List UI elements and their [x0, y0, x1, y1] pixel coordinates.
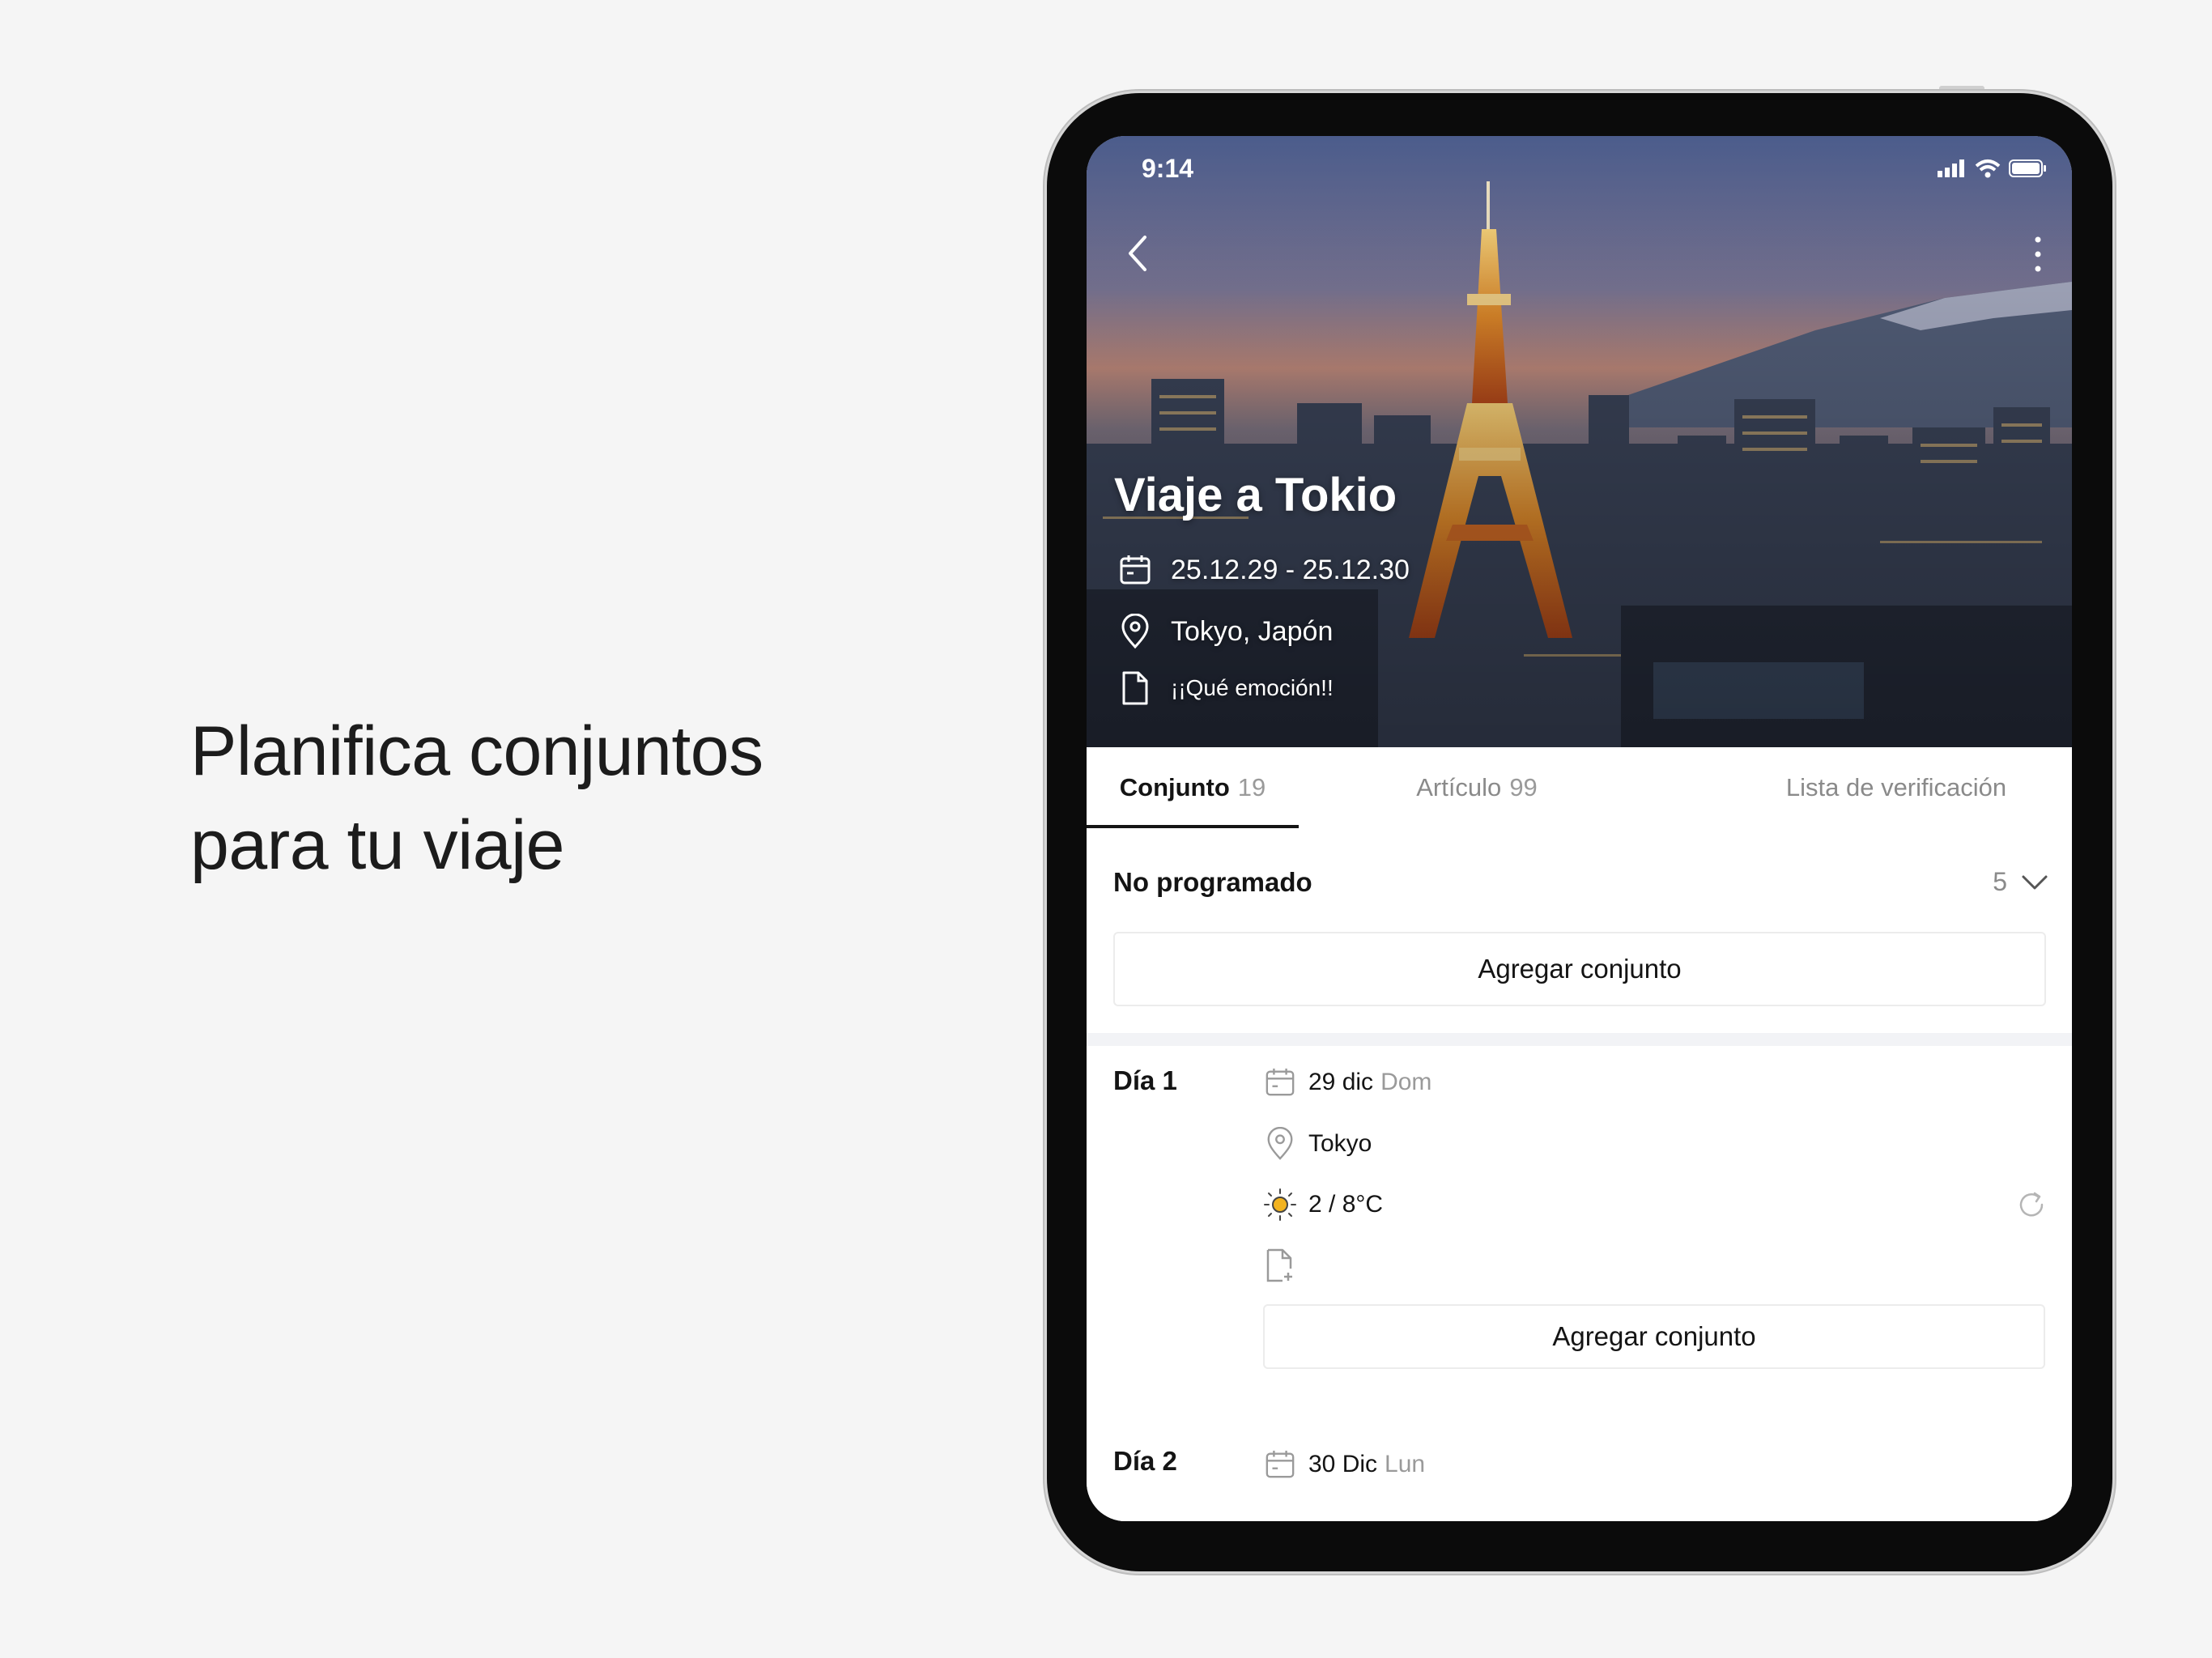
- unscheduled-section: No programado 5 Agregar conjunto: [1087, 828, 2072, 1047]
- tab-lista-verificacion[interactable]: Lista de verificación: [1734, 747, 2058, 828]
- day-1-add-note-row[interactable]: [1263, 1248, 1308, 1282]
- day-1-date: 29 dic: [1308, 1069, 1374, 1095]
- tab-articulo-label: Artículo: [1416, 773, 1502, 801]
- section-divider: [1087, 1033, 2072, 1046]
- more-vertical-icon[interactable]: [2030, 232, 2046, 277]
- calendar-icon: [1263, 1065, 1297, 1099]
- trip-note: ¡¡Qué emoción!!: [1171, 675, 1334, 700]
- refresh-icon[interactable]: [2015, 1188, 2048, 1221]
- add-note-icon[interactable]: [1263, 1248, 1297, 1282]
- trip-dates-row: 25.12.29 - 25.12.30: [1117, 552, 1410, 588]
- day-2-date: 30 Dic: [1308, 1451, 1378, 1477]
- battery-icon: [2009, 159, 2046, 177]
- tab-lista-verificacion-label: Lista de verificación: [1785, 773, 2007, 801]
- day-2-section: Día 2 30 Dic Lun: [1087, 1426, 2072, 1521]
- unscheduled-count: 5: [1993, 867, 2007, 896]
- day-2-weekday: Lun: [1385, 1451, 1426, 1477]
- trip-hero-image: 9:14 Viaje a Tokio 25.12.29 - 25.12.30 T…: [1087, 136, 2072, 747]
- document-icon: [1117, 670, 1153, 706]
- day-2-date-row: 30 Dic Lun: [1263, 1448, 1425, 1482]
- day-1-add-outfit-button[interactable]: Agregar conjunto: [1263, 1304, 2045, 1369]
- promo-headline-line1: Planifica conjuntos: [190, 712, 764, 790]
- calendar-icon: [1263, 1448, 1297, 1482]
- unscheduled-label: No programado: [1113, 867, 1312, 897]
- day-1-section: Día 1 29 dic Dom Tokyo 2 / 8°C Agregar c…: [1087, 1046, 2072, 1426]
- tokyo-skyline-illustration: [1087, 136, 2072, 747]
- tab-articulo[interactable]: Artículo 99: [1299, 747, 1655, 828]
- trip-location: Tokyo, Japón: [1171, 615, 1334, 647]
- status-time: 9:14: [1142, 154, 1194, 183]
- trip-location-row: Tokyo, Japón: [1117, 614, 1333, 649]
- back-arrow-icon[interactable]: [1119, 229, 1159, 278]
- day-1-weather: 2 / 8°C: [1308, 1191, 1384, 1218]
- day-1-weekday: Dom: [1380, 1069, 1432, 1095]
- tab-conjunto[interactable]: Conjunto 19: [1087, 747, 1299, 828]
- tab-bar: Conjunto 19 Artículo 99 Lista de verific…: [1087, 747, 2072, 830]
- day-1-date-row: 29 dic Dom: [1263, 1065, 1431, 1099]
- day-1-weather-row: 2 / 8°C: [1263, 1188, 1383, 1222]
- tab-articulo-count: 99: [1509, 773, 1538, 801]
- day-2-label: Día 2: [1113, 1446, 1177, 1476]
- calendar-icon: [1117, 552, 1153, 588]
- location-pin-icon: [1263, 1127, 1297, 1161]
- day-1-location-row: Tokyo: [1263, 1127, 1372, 1161]
- status-bar: 9:14: [1087, 154, 2072, 186]
- day-1-location: Tokyo: [1308, 1130, 1372, 1157]
- sun-icon: [1263, 1188, 1297, 1222]
- promo-headline-line2: para tu viaje: [190, 806, 565, 884]
- app-screen: 9:14 Viaje a Tokio 25.12.29 - 25.12.30 T…: [1087, 136, 2072, 1521]
- day-1-label: Día 1: [1113, 1065, 1177, 1095]
- location-pin-icon: [1117, 614, 1153, 649]
- trip-title: Viaje a Tokio: [1114, 469, 1397, 521]
- promo-headline: Planifica conjuntos para tu viaje: [190, 704, 764, 892]
- add-outfit-button[interactable]: Agregar conjunto: [1113, 932, 2046, 1006]
- status-icons: [1938, 159, 2048, 178]
- trip-note-row: ¡¡Qué emoción!!: [1117, 670, 1334, 706]
- tab-conjunto-label: Conjunto: [1119, 773, 1230, 801]
- chevron-down-icon[interactable]: [2020, 870, 2049, 895]
- wifi-icon: [1975, 159, 2001, 178]
- trip-dates: 25.12.29 - 25.12.30: [1171, 554, 1410, 585]
- signal-icon: [1938, 159, 1964, 177]
- tab-conjunto-count: 19: [1237, 773, 1266, 801]
